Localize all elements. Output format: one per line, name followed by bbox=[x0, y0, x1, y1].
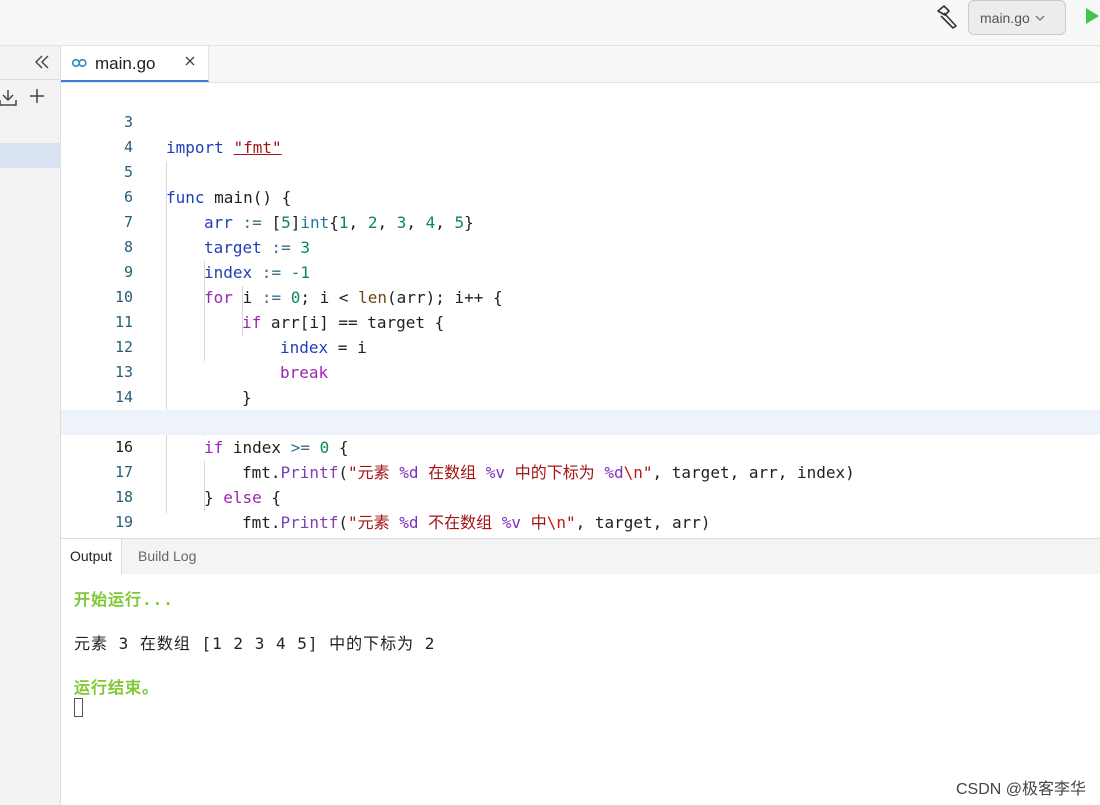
double-chevron-left-icon[interactable] bbox=[32, 52, 52, 72]
code-line-11: 11 index = i bbox=[61, 285, 1100, 357]
code-line-4: 4 bbox=[61, 110, 1100, 156]
code-line-5: 5 func main() { bbox=[61, 135, 1100, 207]
hammer-icon[interactable] bbox=[932, 4, 960, 30]
download-icon[interactable] bbox=[0, 87, 18, 107]
play-icon[interactable] bbox=[1084, 6, 1100, 26]
code-line-13: 13 } bbox=[61, 335, 1100, 407]
code-line-6: 6 arr := [5]int{1, 2, 3, 4, 5} bbox=[61, 160, 1100, 232]
run-end-message: 运行结束。 bbox=[74, 678, 160, 697]
code-line-15: 15 if index >= 0 { bbox=[61, 385, 1100, 457]
sidebar-selected-file[interactable] bbox=[0, 143, 60, 168]
top-toolbar: main.go bbox=[0, 0, 1100, 46]
run-start-message: 开始运行... bbox=[74, 590, 174, 609]
run-target-select[interactable]: main.go bbox=[968, 0, 1066, 35]
chevron-down-icon bbox=[1035, 15, 1045, 21]
line-number: 20 bbox=[61, 535, 133, 537]
code-line-9: 9 for i := 0; i < len(arr); i++ { bbox=[61, 235, 1100, 307]
program-output: 元素 3 在数组 [1 2 3 4 5] 中的下标为 2 bbox=[74, 634, 436, 653]
terminal-cursor bbox=[74, 698, 83, 717]
line-source: } bbox=[204, 535, 214, 537]
code-line-18: 18 fmt.Printf("元素 %d 不在数组 %v 中\n", targe… bbox=[61, 460, 1100, 532]
code-line-16: 16 fmt.Printf("元素 %d 在数组 %v 中的下标为 %d\n",… bbox=[61, 410, 1100, 482]
tab-label: main.go bbox=[95, 54, 156, 73]
watermark: CSDN @极客李华 bbox=[955, 781, 1086, 798]
run-target-label: main.go bbox=[980, 9, 1030, 26]
sidebar-divider bbox=[0, 79, 60, 80]
output-tab-bar: Output Build Log bbox=[61, 538, 1100, 575]
editor-tab-bar: main.go bbox=[61, 46, 1100, 83]
go-file-icon bbox=[71, 58, 87, 68]
output-console[interactable]: 开始运行... 元素 3 在数组 [1 2 3 4 5] 中的下标为 2 运行结… bbox=[61, 574, 1100, 805]
code-line-8: 8 index := -1 bbox=[61, 210, 1100, 282]
code-line-3: 3 import "fmt" bbox=[61, 85, 1100, 157]
file-sidebar bbox=[0, 46, 61, 805]
code-editor[interactable]: 3 import "fmt" 4 5 func main() { 6 arr :… bbox=[61, 83, 1100, 537]
tab-output[interactable]: Output bbox=[61, 539, 123, 574]
tab-build-log[interactable]: Build Log bbox=[129, 539, 205, 574]
plus-icon[interactable] bbox=[28, 87, 46, 105]
code-line-14: 14 } bbox=[61, 360, 1100, 432]
code-line-10: 10 if arr[i] == target { bbox=[61, 260, 1100, 332]
code-line-20: 20 } bbox=[61, 510, 1100, 535]
code-line-7: 7 target := 3 bbox=[61, 185, 1100, 257]
code-line-19: 19 } bbox=[61, 485, 1100, 531]
tab-main-go[interactable]: main.go bbox=[61, 46, 209, 82]
code-line-17: 17 } else { bbox=[61, 435, 1100, 507]
code-line-12: 12 break bbox=[61, 310, 1100, 382]
close-icon[interactable] bbox=[183, 54, 197, 68]
